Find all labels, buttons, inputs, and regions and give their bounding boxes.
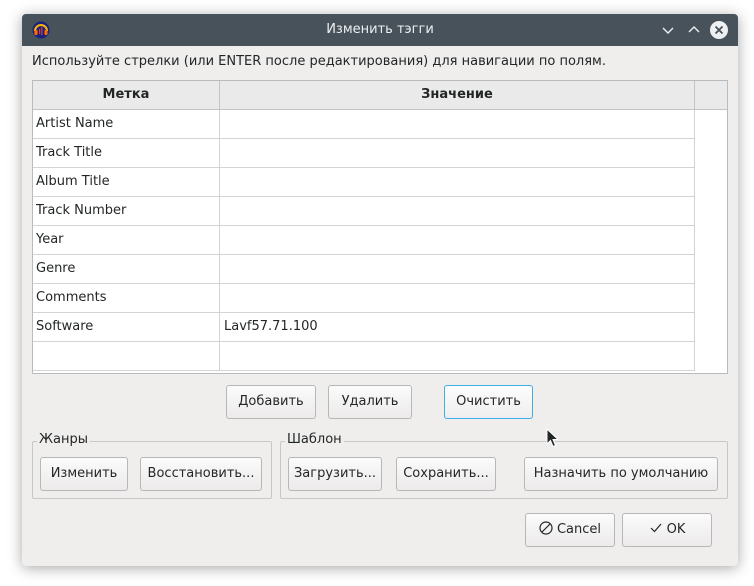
- table-row: Genre: [33, 255, 695, 284]
- table-row: [33, 342, 695, 371]
- table-row: Track Number: [33, 197, 695, 226]
- ok-button[interactable]: OK: [622, 513, 712, 547]
- table-header: Метка Значение: [33, 81, 695, 110]
- cancel-label: Cancel: [556, 522, 602, 537]
- window-title: Изменить тэгги: [326, 22, 434, 37]
- table-row: Software Lavf57.71.100: [33, 313, 695, 342]
- mouse-cursor-icon: [546, 428, 560, 448]
- minimize-icon[interactable]: [658, 20, 678, 40]
- template-group-title: Шаблон: [285, 432, 344, 447]
- tag-value-cell[interactable]: [220, 255, 695, 283]
- reset-genres-button[interactable]: Восстановить...: [140, 457, 262, 491]
- edit-genres-button[interactable]: Изменить: [40, 457, 128, 491]
- checkmark-icon: [650, 523, 662, 533]
- tag-label-cell[interactable]: Genre: [33, 255, 220, 283]
- cancel-button[interactable]: Cancel: [525, 513, 615, 547]
- tag-value-cell[interactable]: [220, 168, 695, 196]
- tag-value-cell[interactable]: [220, 226, 695, 254]
- tag-label-cell[interactable]: [33, 342, 220, 370]
- tag-label-cell[interactable]: Track Title: [33, 139, 220, 167]
- tag-label-cell[interactable]: Artist Name: [33, 110, 220, 138]
- ok-label: OK: [666, 522, 686, 537]
- tag-label-cell[interactable]: Album Title: [33, 168, 220, 196]
- edit-tags-dialog: Изменить тэгги Используйте стрелки (или …: [22, 14, 738, 566]
- maximize-icon[interactable]: [684, 20, 704, 40]
- tag-value-cell[interactable]: [220, 197, 695, 225]
- column-header-value[interactable]: Значение: [220, 81, 695, 109]
- set-default-template-button[interactable]: Назначить по умолчанию: [524, 457, 718, 491]
- tag-value-cell[interactable]: [220, 139, 695, 167]
- tag-value-cell[interactable]: [220, 342, 695, 370]
- save-template-button[interactable]: Сохранить...: [396, 457, 496, 491]
- title-bar[interactable]: Изменить тэгги: [22, 14, 738, 46]
- navigation-hint: Используйте стрелки (или ENTER после ред…: [32, 54, 606, 69]
- genres-group-title: Жанры: [37, 432, 90, 447]
- cancel-icon: [539, 521, 553, 535]
- remove-tag-button[interactable]: Удалить: [328, 385, 412, 419]
- close-icon[interactable]: [709, 20, 729, 40]
- table-row: Track Title: [33, 139, 695, 168]
- tags-table: Метка Значение Artist Name Track Title A…: [32, 80, 728, 374]
- tag-label-cell[interactable]: Track Number: [33, 197, 220, 225]
- table-row: Album Title: [33, 168, 695, 197]
- table-body: Artist Name Track Title Album Title Trac…: [33, 110, 695, 371]
- tag-value-cell[interactable]: [220, 110, 695, 138]
- table-row: Comments: [33, 284, 695, 313]
- tag-value-cell[interactable]: [220, 284, 695, 312]
- table-row: Artist Name: [33, 110, 695, 139]
- tag-label-cell[interactable]: Software: [33, 313, 220, 341]
- tag-label-cell[interactable]: Comments: [33, 284, 220, 312]
- load-template-button[interactable]: Загрузить...: [288, 457, 382, 491]
- add-tag-button[interactable]: Добавить: [226, 385, 316, 419]
- column-header-label[interactable]: Метка: [33, 81, 220, 109]
- clear-tags-button[interactable]: Очистить: [444, 385, 533, 419]
- tag-label-cell[interactable]: Year: [33, 226, 220, 254]
- table-corner: [695, 81, 727, 110]
- table-row: Year: [33, 226, 695, 255]
- tag-value-cell[interactable]: Lavf57.71.100: [220, 313, 695, 341]
